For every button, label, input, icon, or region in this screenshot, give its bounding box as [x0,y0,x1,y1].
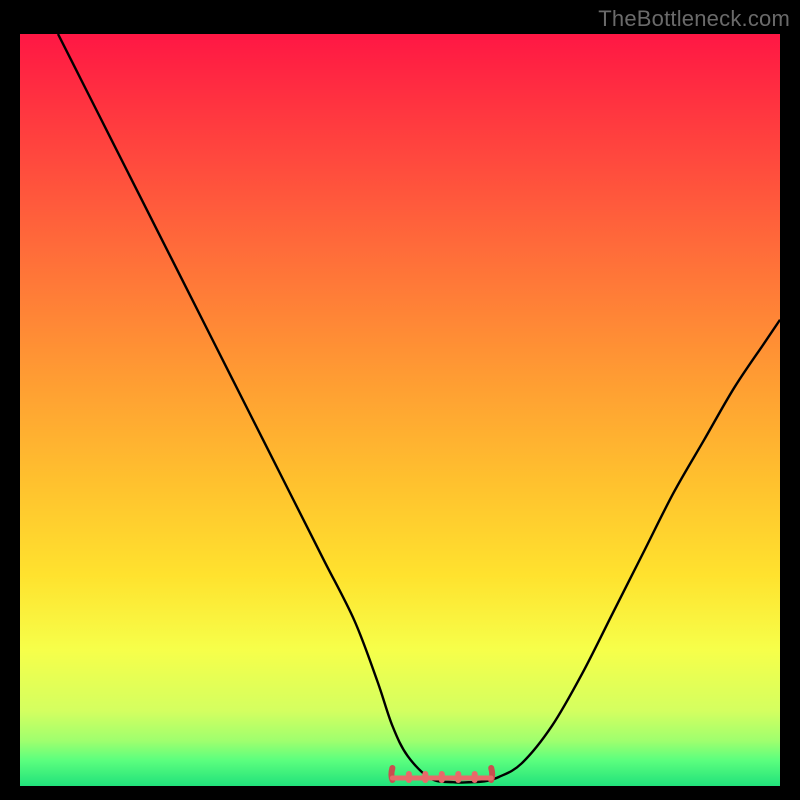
plot-svg [20,34,780,786]
plot-area [20,34,780,786]
watermark-text: TheBottleneck.com [598,6,790,32]
chart-stage: TheBottleneck.com [0,0,800,800]
gradient-background [20,34,780,786]
